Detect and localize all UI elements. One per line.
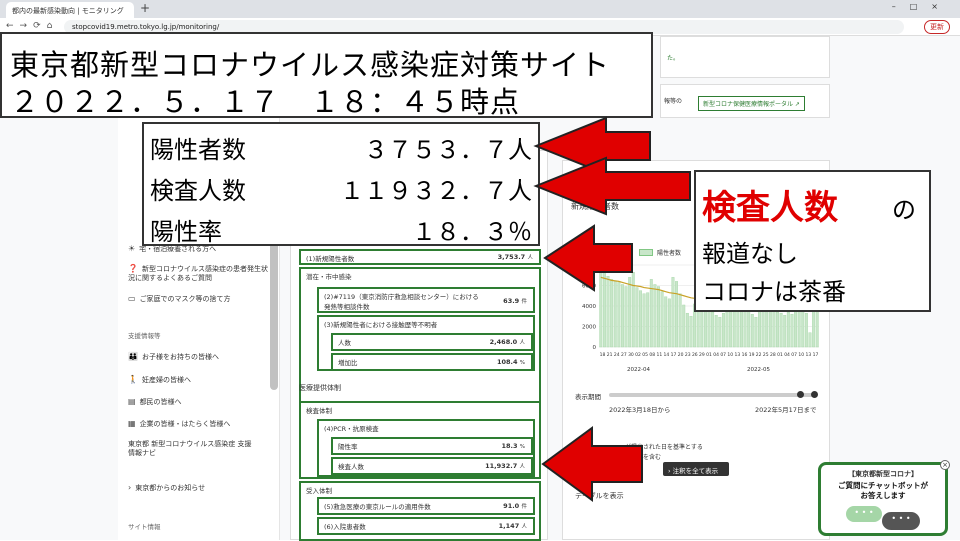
annotation-arrows [533, 116, 691, 502]
arrow-icon [541, 426, 643, 502]
arrow-icon [533, 156, 691, 216]
chatbot-title: 【東京都新型コロナ】 [848, 470, 918, 478]
arrow-icon [543, 224, 633, 292]
chatbot-line3: お答えします [860, 491, 906, 500]
chatbot-line2: ご質問にチャットボットが [838, 481, 928, 490]
close-icon[interactable]: × [940, 460, 950, 470]
chat-bubble-icon: • • • [882, 512, 920, 530]
chat-bubble-icon: • • • [846, 506, 882, 522]
chatbot-text: ご質問にチャットボットが お答えします [821, 481, 945, 501]
